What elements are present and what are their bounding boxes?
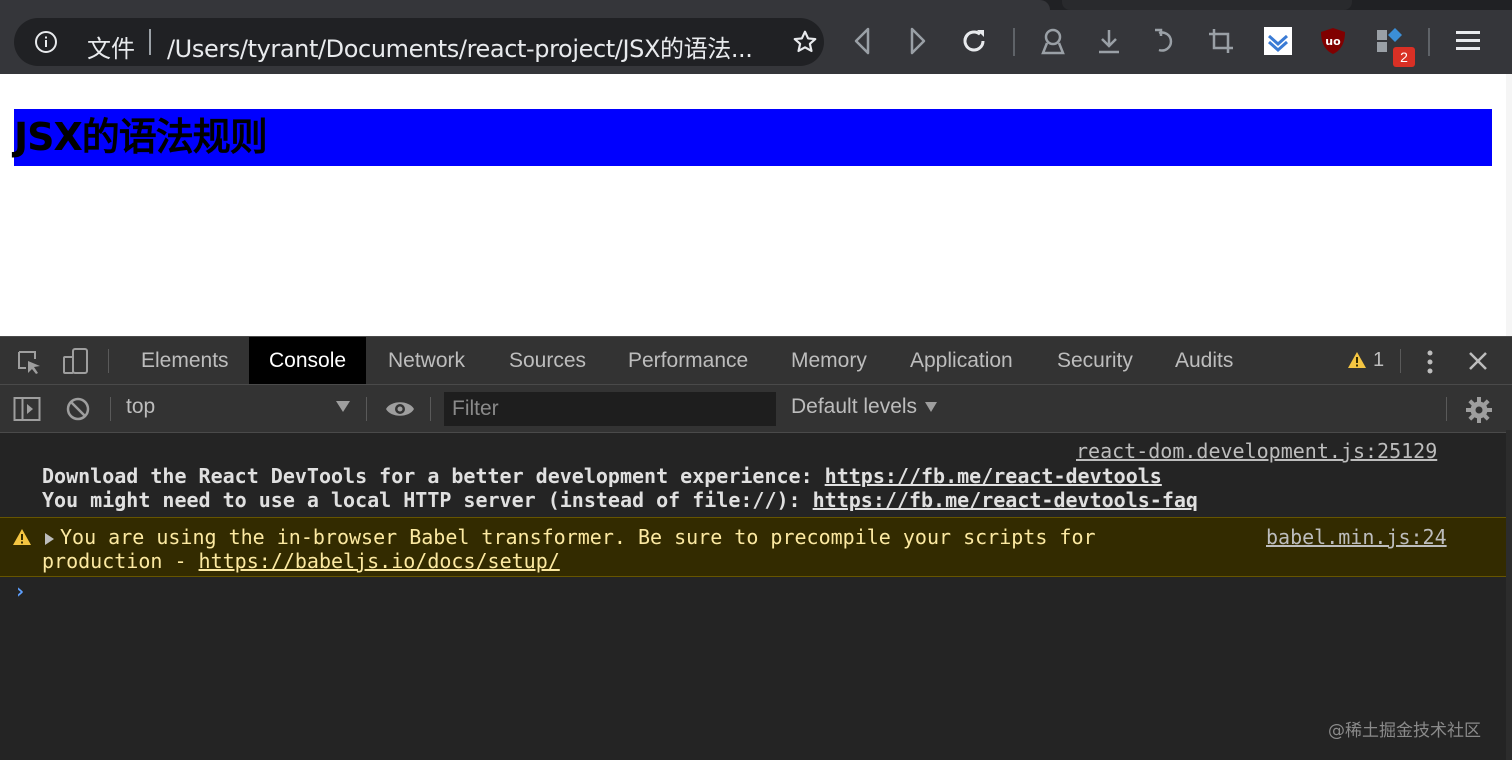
tab-sources[interactable]: Sources xyxy=(489,337,606,384)
warning-icon xyxy=(1348,352,1366,368)
tab-memory[interactable]: Memory xyxy=(771,337,887,384)
chevron-down-icon[interactable] xyxy=(925,402,937,412)
message-link[interactable]: https://fb.me/react-devtools xyxy=(825,464,1162,488)
filterbar-divider xyxy=(366,397,367,421)
message-text: Download the React DevTools for a better… xyxy=(42,464,825,488)
warnings-counter[interactable]: 1 xyxy=(1347,349,1384,372)
console-message: You might need to use a local HTTP serve… xyxy=(42,488,1198,512)
warning-link[interactable]: https://babeljs.io/docs/setup/ xyxy=(199,549,560,573)
ublock-shield-icon[interactable]: uo xyxy=(1318,26,1348,56)
sidebar-toggle-icon[interactable] xyxy=(13,396,41,422)
tab-audits[interactable]: Audits xyxy=(1155,337,1253,384)
toolbar-divider xyxy=(1013,28,1015,56)
inspect-element-icon[interactable] xyxy=(16,349,42,375)
console-output: react-dom.development.js:25129 Download … xyxy=(0,433,1512,760)
tab-application[interactable]: Application xyxy=(890,337,1033,384)
viewport-scrollbar[interactable] xyxy=(1506,74,1512,336)
url-text[interactable]: /Users/tyrant/Documents/react-project/JS… xyxy=(167,29,762,64)
close-icon[interactable] xyxy=(1467,350,1489,372)
forward-icon[interactable] xyxy=(902,26,932,56)
filterbar-divider xyxy=(1446,397,1447,421)
download-icon[interactable] xyxy=(1094,26,1124,56)
bookmark-star-icon[interactable] xyxy=(792,29,818,55)
back-icon[interactable] xyxy=(848,26,878,56)
filterbar-divider xyxy=(110,397,111,421)
page-viewport: JSX的语法规则 xyxy=(0,74,1512,336)
page-title: JSX的语法规则 xyxy=(14,109,1492,166)
warning-text: production - xyxy=(42,549,199,573)
console-prompt[interactable]: › xyxy=(14,579,26,603)
active-tab[interactable] xyxy=(0,0,1050,10)
context-selector[interactable]: top xyxy=(126,395,155,419)
tabbar-divider xyxy=(1400,349,1401,373)
filter-input[interactable] xyxy=(444,392,776,426)
warning-count: 1 xyxy=(1373,349,1385,371)
info-icon[interactable] xyxy=(34,30,58,54)
scheme-label: 文件 xyxy=(87,35,135,63)
toolbar-divider xyxy=(1428,28,1430,56)
message-link[interactable]: https://fb.me/react-devtools-faq xyxy=(813,488,1198,512)
chevron-down-icon[interactable] xyxy=(336,401,350,412)
undo-icon[interactable] xyxy=(1150,26,1180,56)
menu-icon[interactable] xyxy=(1453,26,1483,56)
browser-toolbar: 文件 /Users/tyrant/Documents/react-project… xyxy=(0,0,1512,74)
expand-triangle-icon[interactable] xyxy=(45,533,54,545)
live-expression-eye-icon[interactable] xyxy=(385,398,415,420)
tab-performance[interactable]: Performance xyxy=(608,337,768,384)
address-bar[interactable]: 文件 /Users/tyrant/Documents/react-project… xyxy=(14,18,824,66)
console-scrollbar[interactable] xyxy=(1506,430,1512,760)
source-link[interactable]: react-dom.development.js:25129 xyxy=(1076,439,1437,463)
message-text: You might need to use a local HTTP serve… xyxy=(42,488,813,512)
clear-console-icon[interactable] xyxy=(66,397,90,421)
console-message: Download the React DevTools for a better… xyxy=(42,464,1162,488)
profile-icon[interactable] xyxy=(1038,26,1068,56)
tab-console[interactable]: Console xyxy=(249,337,367,384)
source-link[interactable]: babel.min.js:24 xyxy=(1266,525,1447,549)
devtools-panel: Elements Console Network Sources Perform… xyxy=(0,336,1512,760)
tab-security[interactable]: Security xyxy=(1037,337,1153,384)
tab-network[interactable]: Network xyxy=(368,337,485,384)
inactive-tab[interactable] xyxy=(1062,0,1352,10)
omnibox-divider xyxy=(149,29,151,55)
device-toolbar-icon[interactable] xyxy=(62,347,90,375)
watermark: @稀土掘金技术社区 xyxy=(1328,721,1481,741)
log-levels-dropdown[interactable]: Default levels xyxy=(791,395,917,419)
extension-badge: 2 xyxy=(1393,47,1415,67)
warning-text-continued: production - https://babeljs.io/docs/set… xyxy=(42,549,560,573)
warning-text: You are using the in-browser Babel trans… xyxy=(60,525,1096,549)
settings-gear-icon[interactable] xyxy=(1465,396,1493,424)
svg-text:uo: uo xyxy=(1325,35,1341,48)
devtools-tabbar: Elements Console Network Sources Perform… xyxy=(0,337,1512,385)
tab-strip xyxy=(0,0,1512,10)
warning-icon xyxy=(13,529,31,545)
tabbar-divider xyxy=(108,349,109,373)
console-filter-bar: top Default levels xyxy=(0,385,1512,433)
filterbar-divider xyxy=(430,397,431,421)
crop-icon[interactable] xyxy=(1206,26,1236,56)
reload-icon[interactable] xyxy=(959,26,989,56)
console-warning: You are using the in-browser Babel trans… xyxy=(0,517,1506,577)
extension-bookmark-icon[interactable] xyxy=(1263,26,1293,56)
tab-elements[interactable]: Elements xyxy=(121,337,249,384)
more-options-icon[interactable] xyxy=(1420,349,1440,375)
